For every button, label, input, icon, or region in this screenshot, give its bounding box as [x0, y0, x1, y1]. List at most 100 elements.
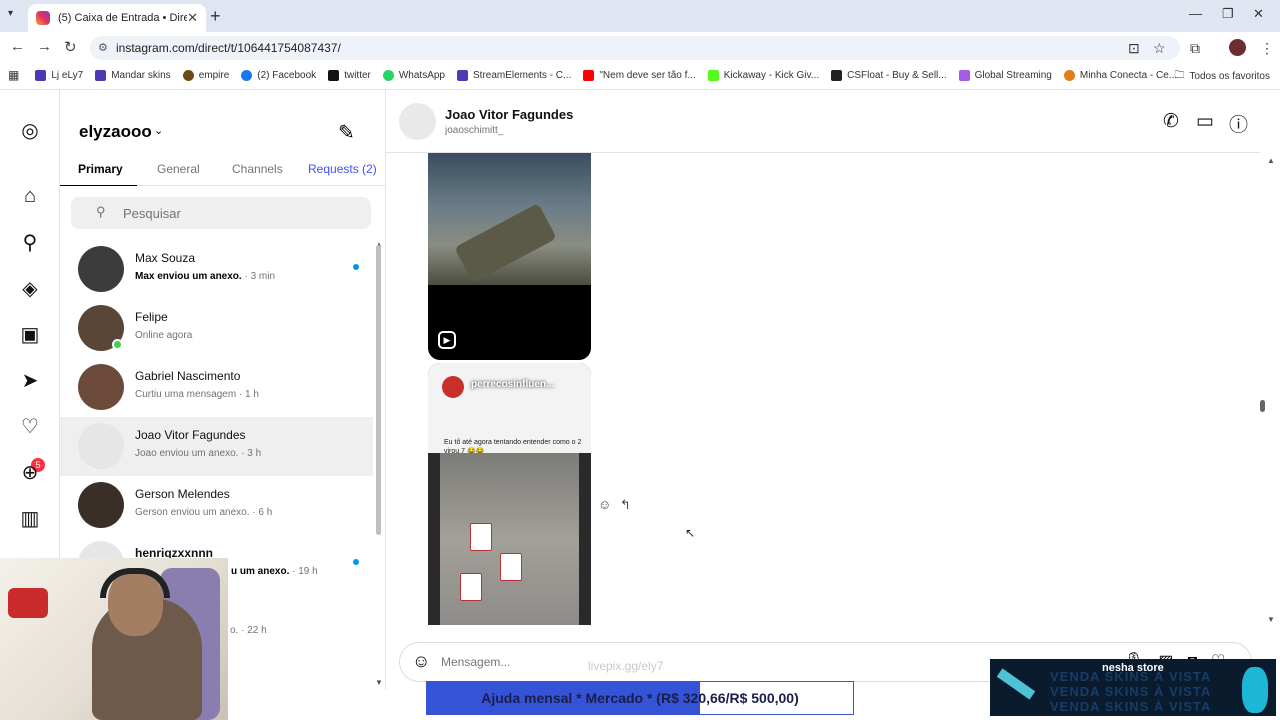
message-input[interactable]: [441, 651, 1041, 673]
sponsor-banner: nesha store VENDA SKINS À VISTA VENDA SK…: [990, 659, 1276, 716]
shared-reel-post[interactable]: perrecosinfluen... Eu tô até agora tenta…: [428, 363, 591, 625]
explore-icon[interactable]: ◈: [19, 277, 41, 300]
restore-icon[interactable]: ❐: [1222, 6, 1234, 22]
tab-search-chevron-icon[interactable]: ▾: [8, 8, 13, 19]
instagram-logo-icon[interactable]: ◎: [19, 119, 41, 142]
tab-primary[interactable]: Primary: [78, 162, 123, 176]
bookmark-item[interactable]: empire: [182, 69, 229, 81]
unread-dot: [353, 264, 359, 270]
post-photo: [440, 453, 579, 625]
tab-requests[interactable]: Requests (2): [308, 162, 377, 176]
bookmark-item[interactable]: Kickaway - Kick Giv...: [707, 69, 819, 81]
all-bookmarks-folder[interactable]: 🗀 Todos os favoritos: [1174, 68, 1270, 85]
kick-icon: [707, 69, 719, 81]
bookmark-item[interactable]: CSFloat - Buy & Sell...: [831, 69, 947, 81]
tab-channels[interactable]: Channels: [232, 162, 283, 176]
messages-icon[interactable]: ➤: [19, 369, 41, 392]
conversation-name: Max Souza: [135, 251, 196, 265]
donation-goal-text: Ajuda mensal * Mercado * (R$ 320,66/R$ 5…: [481, 690, 799, 706]
info-icon[interactable]: ⓘ: [1229, 110, 1248, 137]
message-actions: ☺ ↰: [598, 497, 631, 513]
account-username[interactable]: elyzaooo: [79, 122, 152, 142]
bookmark-item[interactable]: twitter: [328, 69, 371, 81]
folder-icon: 🗀: [1174, 70, 1185, 81]
conversation-name: Gabriel Nascimento: [135, 369, 241, 383]
back-icon[interactable]: ←: [10, 38, 25, 55]
forward-icon[interactable]: →: [37, 38, 52, 55]
dashboard-icon[interactable]: ▥: [19, 507, 41, 530]
conversation-item[interactable]: Gerson Melendes Gerson enviou um anexo. …: [60, 476, 373, 535]
search-input[interactable]: [123, 197, 353, 229]
extensions-icon[interactable]: ⧉: [1190, 40, 1200, 57]
donation-goal-bar: Ajuda mensal * Mercado * (R$ 320,66/R$ 5…: [426, 681, 854, 715]
global-streaming-icon: [958, 69, 970, 81]
bookmark-item[interactable]: "Nem deve ser tão f...: [583, 69, 696, 81]
unread-dot: [353, 559, 359, 565]
scroll-down-icon[interactable]: ▼: [375, 678, 383, 687]
create-icon[interactable]: ⊕: [19, 461, 41, 484]
bookmark-item[interactable]: Lj eLy7: [35, 69, 83, 81]
chat-contact-handle: joaoschimitt_: [445, 125, 504, 136]
browser-tab[interactable]: (5) Caixa de Entrada • Direct ✕: [28, 4, 206, 32]
conversation-item[interactable]: Felipe Online agora: [60, 299, 373, 358]
search-icon[interactable]: ⚲: [19, 231, 41, 254]
reply-icon[interactable]: ↰: [620, 497, 631, 512]
chat-avatar[interactable]: [399, 103, 436, 140]
close-window-icon[interactable]: ✕: [1253, 6, 1264, 22]
sponsor-slogan: VENDA SKINS À VISTA: [1050, 684, 1212, 699]
react-emoji-icon[interactable]: ☺: [598, 497, 611, 512]
site-info-icon[interactable]: ⚙: [98, 36, 108, 60]
url-field[interactable]: ⚙ instagram.com/direct/t/106441754087437…: [90, 36, 1180, 60]
inbox-scrollbar[interactable]: [376, 245, 381, 535]
webcam-headset: [100, 568, 170, 598]
shared-reel-video[interactable]: ▶: [428, 153, 591, 360]
bookmark-star-icon[interactable]: ☆: [1153, 40, 1166, 57]
reels-icon[interactable]: ▣: [19, 323, 41, 346]
avatar: [78, 246, 124, 292]
home-icon[interactable]: ⌂: [19, 185, 41, 207]
knife-graphic: [996, 668, 1036, 700]
bookmark-item[interactable]: Global Streaming: [958, 69, 1052, 81]
apps-grid-icon[interactable]: ▦: [8, 68, 19, 82]
bookmark-favicon-icon: [35, 69, 47, 81]
new-message-icon[interactable]: ✎: [338, 120, 355, 145]
bookmark-favicon-icon: [95, 69, 107, 81]
bookmark-item[interactable]: (2) Facebook: [241, 69, 316, 81]
chevron-down-icon[interactable]: ⌄: [154, 124, 163, 137]
new-tab-button[interactable]: +: [210, 6, 221, 27]
browser-menu-icon[interactable]: ⋮: [1260, 40, 1274, 57]
mouse-cursor-icon: ↖: [685, 526, 696, 540]
browser-profile-avatar[interactable]: [1229, 39, 1246, 56]
conversation-preview: o. · 22 h: [230, 625, 267, 636]
conversation-preview: Max enviou um anexo. · 3 min: [135, 271, 276, 282]
search-box[interactable]: [71, 197, 371, 229]
reload-icon[interactable]: ↻: [64, 38, 77, 56]
conversation-item[interactable]: Max Souza Max enviou um anexo. · 3 min: [60, 240, 373, 299]
browser-tab-bar: ▾ (5) Caixa de Entrada • Direct ✕ + — ❐ …: [0, 0, 1280, 32]
bookmark-item[interactable]: Mandar skins: [95, 69, 171, 81]
minimize-icon[interactable]: —: [1189, 6, 1202, 21]
conecta-icon: [1063, 69, 1075, 81]
tab-general[interactable]: General: [157, 162, 200, 176]
streamelements-icon: [457, 69, 468, 81]
video-call-icon[interactable]: ▭: [1196, 110, 1214, 133]
bookmark-item[interactable]: Minha Conecta - Ce...: [1063, 69, 1177, 81]
install-app-icon[interactable]: ⊡: [1128, 40, 1140, 57]
chat-scroll-down-icon[interactable]: ▼: [1267, 615, 1275, 624]
bookmark-item[interactable]: StreamElements - C...: [457, 69, 571, 81]
emoji-icon[interactable]: ☺: [412, 651, 430, 672]
csfloat-icon: [831, 69, 843, 81]
conversation-item-active[interactable]: Joao Vitor Fagundes Joao enviou um anexo…: [60, 417, 373, 476]
conversation-item[interactable]: Gabriel Nascimento Curtiu uma mensagem ·…: [60, 358, 373, 417]
chat-scroll-up-icon[interactable]: ▲: [1267, 156, 1275, 165]
webcam-overlay: [0, 558, 228, 720]
playing-card: [500, 553, 522, 581]
bookmark-item[interactable]: WhatsApp: [382, 69, 445, 81]
x-twitter-icon: [328, 69, 340, 81]
chat-header: Joao Vitor Fagundes joaoschimitt_ ✆ ▭ ⓘ: [386, 90, 1260, 153]
close-tab-icon[interactable]: ✕: [187, 10, 198, 26]
phone-call-icon[interactable]: ✆: [1163, 110, 1179, 133]
chat-scrollbar[interactable]: [1260, 400, 1265, 412]
chat-contact-name[interactable]: Joao Vitor Fagundes: [445, 107, 573, 122]
notifications-heart-icon[interactable]: ♡: [19, 415, 41, 438]
